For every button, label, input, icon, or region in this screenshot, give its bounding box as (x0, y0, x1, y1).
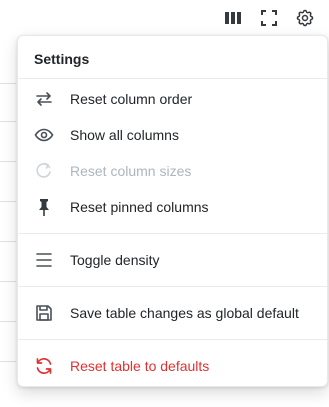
floppy-disk-icon (34, 303, 54, 323)
fullscreen-button[interactable] (257, 6, 281, 30)
menu-item-reset-column-order[interactable]: Reset column order (18, 81, 327, 117)
fullscreen-icon (261, 10, 277, 26)
arrows-left-right-icon (34, 89, 54, 109)
refresh-icon (34, 356, 54, 376)
settings-button[interactable] (293, 6, 317, 30)
background-table-edge (0, 0, 16, 407)
menu-item-label: Toggle density (70, 252, 160, 268)
menu-item-toggle-density[interactable]: Toggle density (18, 242, 327, 278)
menu-item-label: Reset column sizes (70, 163, 192, 179)
table-row-divider (0, 241, 16, 242)
table-row-divider (0, 281, 16, 282)
menu-item-save-global-default[interactable]: Save table changes as global default (18, 295, 327, 331)
menu-divider (18, 286, 327, 287)
menu-item-label: Show all columns (70, 127, 179, 143)
columns-icon (225, 12, 241, 24)
menu-item-label: Reset column order (70, 91, 193, 107)
menu-item-reset-pinned-columns[interactable]: Reset pinned columns (18, 189, 327, 225)
menu-item-label: Save table changes as global default (70, 305, 299, 321)
menu-item-reset-table-defaults[interactable]: Reset table to defaults (18, 348, 327, 384)
table-row-divider (0, 361, 16, 362)
menu-item-label: Reset table to defaults (70, 358, 210, 374)
menu-title: Settings (18, 36, 327, 79)
density-lines-icon (34, 250, 54, 270)
table-row-divider (0, 83, 16, 84)
table-row-divider (0, 321, 16, 322)
table-row-divider (0, 161, 16, 162)
columns-button[interactable] (221, 6, 245, 30)
eye-icon (34, 125, 54, 145)
menu-item-reset-column-sizes: Reset column sizes (18, 153, 327, 189)
menu-divider (18, 339, 327, 340)
menu-item-show-all-columns[interactable]: Show all columns (18, 117, 327, 153)
table-toolbar (221, 6, 317, 30)
settings-menu: Settings Reset column order Show all col… (17, 35, 328, 387)
settings-gear-icon (296, 9, 314, 27)
rotate-icon (34, 161, 54, 181)
table-row-divider (0, 201, 16, 202)
pin-icon (34, 197, 54, 217)
table-row-divider (0, 121, 16, 122)
menu-divider (18, 233, 327, 234)
menu-item-label: Reset pinned columns (70, 199, 209, 215)
